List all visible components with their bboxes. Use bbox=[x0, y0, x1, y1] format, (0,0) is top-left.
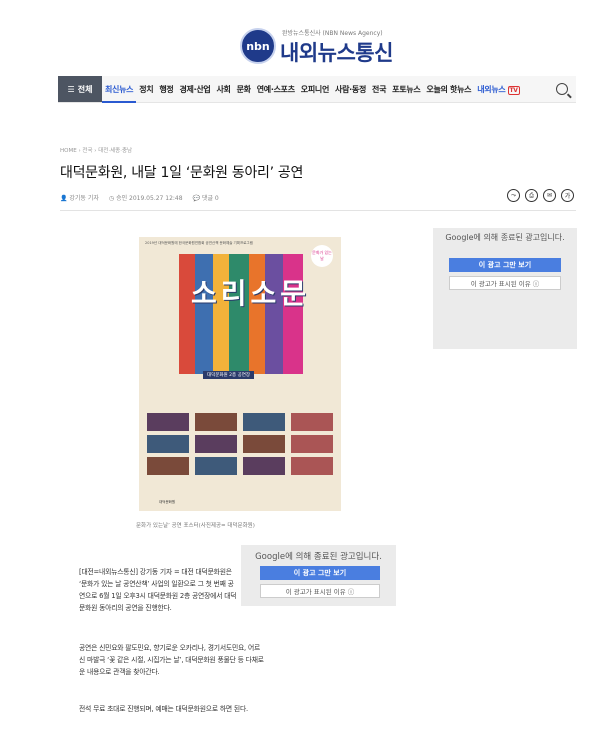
poster-thumb bbox=[291, 413, 333, 431]
inline-ad-closed: Google에 의해 종료된 광고입니다. 이 광고 그만 보기 이 광고가 표… bbox=[241, 545, 396, 606]
poster-thumb bbox=[147, 435, 189, 453]
nav-item-hot[interactable]: 오늘의 핫뉴스 bbox=[423, 84, 474, 95]
approved-time-text: 승인 2019.05.27 12:48 bbox=[116, 195, 183, 202]
poster-pattern bbox=[179, 254, 303, 374]
poster-thumb bbox=[147, 413, 189, 431]
why-ad-button[interactable]: 이 광고가 표시된 이유 ⓘ bbox=[449, 276, 561, 290]
nav-item-economy[interactable]: 경제·산업 bbox=[177, 84, 214, 95]
nav-item-opinion[interactable]: 오피니언 bbox=[298, 84, 332, 95]
poster-stamp: 문화가 있는날 bbox=[311, 245, 333, 267]
poster-top-text: 2019년 대덕문화원에 한국문화원연합회 공연산책 문화예술 기획프로그램 bbox=[145, 241, 253, 245]
stop-ad-button[interactable]: 이 광고 그만 보기 bbox=[449, 258, 561, 272]
divider bbox=[60, 210, 576, 211]
comment-icon: 💬 bbox=[192, 195, 202, 202]
breadcrumb: HOME › 전국 › 대전·세종·충남 bbox=[60, 146, 132, 154]
comments-count: 댓글 0 bbox=[201, 195, 219, 202]
breadcrumb-home[interactable]: HOME bbox=[60, 148, 77, 154]
poster-thumb bbox=[243, 435, 285, 453]
breadcrumb-national[interactable]: 전국 bbox=[82, 148, 92, 154]
image-caption: 문화가 있는날’ 공연 포스터(사진제공= 대덕문화원) bbox=[136, 523, 255, 529]
share-icon[interactable]: ⤳ bbox=[507, 189, 520, 202]
poster-thumb bbox=[195, 457, 237, 475]
nav-item-society[interactable]: 사회 bbox=[213, 84, 233, 95]
nav-all-label: 전체 bbox=[77, 84, 93, 94]
print-icon[interactable]: ⎙ bbox=[525, 189, 538, 202]
article-title: 대덕문화원, 내달 1일 ‘문화원 동아리’ 공연 bbox=[60, 165, 304, 181]
poster-thumb bbox=[243, 413, 285, 431]
nav-item-national[interactable]: 전국 bbox=[369, 84, 389, 95]
nav-item-entertainment[interactable]: 연예·스포츠 bbox=[254, 84, 298, 95]
poster-thumb bbox=[243, 457, 285, 475]
nav-item-politics[interactable]: 정치 bbox=[136, 84, 156, 95]
nav-item-culture[interactable]: 문화 bbox=[234, 84, 254, 95]
poster-thumbnails bbox=[147, 413, 333, 475]
approved-time: ◷ 승인 2019.05.27 12:48 bbox=[109, 193, 183, 202]
poster-thumb bbox=[291, 457, 333, 475]
nav-item-nbn-tv-label: 내외뉴스 bbox=[477, 84, 506, 94]
author-name: 강기동 기자 bbox=[69, 195, 99, 202]
article-poster-image: 2019년 대덕문화원에 한국문화원연합회 공연산책 문화예술 기획프로그램 소… bbox=[139, 237, 341, 511]
nav-item-admin[interactable]: 행정 bbox=[156, 84, 176, 95]
poster-subtitle: 대덕문화원 2층 공연장 bbox=[203, 371, 254, 379]
poster-title: 소리소문 bbox=[191, 277, 311, 310]
ad-closed-heading: Google에 의해 종료된 광고입니다. bbox=[255, 552, 382, 562]
nav-all-button[interactable]: ☰ 전체 bbox=[58, 76, 102, 102]
why-ad-button[interactable]: 이 광고가 표시된 이유 ⓘ bbox=[260, 584, 380, 598]
stop-ad-button[interactable]: 이 광고 그만 보기 bbox=[260, 566, 380, 580]
tv-icon: TV bbox=[507, 85, 520, 95]
comments-link[interactable]: 💬 댓글 0 bbox=[193, 193, 219, 202]
article-paragraph: [대전=내외뉴스통신] 강기동 기자 = 대전 대덕문화원은 ‘문화가 있는 날… bbox=[79, 568, 237, 612]
nav-item-nbn-tv[interactable]: 내외뉴스 TV bbox=[474, 84, 522, 95]
menu-icon: ☰ bbox=[67, 84, 75, 94]
poster-thumb bbox=[195, 435, 237, 453]
email-icon[interactable]: ✉ bbox=[543, 189, 556, 202]
poster-thumb bbox=[195, 413, 237, 431]
nav-item-photo[interactable]: 포토뉴스 bbox=[389, 84, 423, 95]
poster-thumb bbox=[291, 435, 333, 453]
author[interactable]: 👤 강기동 기자 bbox=[60, 193, 99, 202]
site-brand[interactable]: 내외뉴스통신 bbox=[280, 37, 393, 67]
breadcrumb-region[interactable]: 대전·세종·충남 bbox=[98, 148, 132, 154]
article-meta: 👤 강기동 기자 ◷ 승인 2019.05.27 12:48 💬 댓글 0 bbox=[60, 193, 219, 202]
nav-item-latest[interactable]: 최신뉴스 bbox=[102, 84, 137, 103]
ad-closed-heading: Google에 의해 종료된 광고입니다. bbox=[445, 233, 565, 242]
side-ad-closed: Google에 의해 종료된 광고입니다. 이 광고 그만 보기 이 광고가 표… bbox=[433, 228, 577, 349]
poster-thumb bbox=[147, 457, 189, 475]
main-nav: ☰ 전체 최신뉴스 정치 행정 경제·산업 사회 문화 연예·스포츠 오피니언 … bbox=[58, 76, 576, 103]
site-logo[interactable]: nbn bbox=[240, 28, 276, 64]
nav-item-people[interactable]: 사람·동정 bbox=[332, 84, 369, 95]
poster-footer: 대덕문화원 bbox=[159, 500, 176, 504]
user-icon: 👤 bbox=[60, 195, 70, 202]
site-tagline: 완방뉴스통신사 (NBN News Agency) bbox=[282, 30, 383, 37]
article-paragraph: 공연은 신민요와 팔도민요, 향기로운 오카리나, 경기서도민요, 어르신 마발… bbox=[79, 644, 264, 676]
font-size-icon[interactable]: 가 bbox=[561, 189, 574, 202]
clock-icon: ◷ bbox=[108, 195, 117, 202]
search-icon[interactable] bbox=[556, 83, 568, 95]
article-paragraph: 전석 무료 초대로 진행되며, 예매는 대덕문화원으로 하면 된다. bbox=[79, 705, 248, 713]
